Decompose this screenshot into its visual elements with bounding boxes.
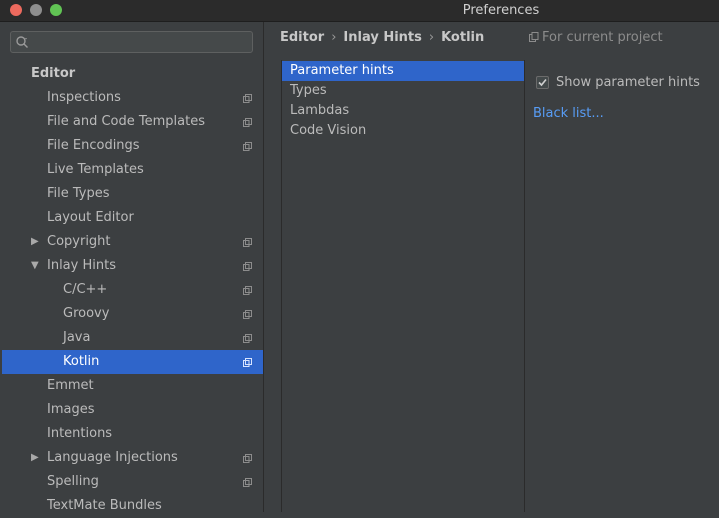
tree-item-inlay-hints[interactable]: ▼ Inlay Hints — [2, 254, 263, 278]
tree-item-groovy[interactable]: Groovy — [2, 302, 263, 326]
scope-indicator: For current project — [529, 30, 663, 45]
tree-item-kotlin[interactable]: Kotlin — [2, 350, 263, 374]
search-icon — [16, 36, 28, 48]
tree-header-label: Editor — [31, 66, 76, 81]
scope-label: For current project — [542, 30, 663, 45]
tree-item-emmet[interactable]: Emmet — [2, 374, 263, 398]
tree-item-language-injections[interactable]: ▶ Language Injections — [2, 446, 263, 470]
tree-item-file-types[interactable]: File Types — [2, 182, 263, 206]
breadcrumb-editor: Editor — [280, 30, 325, 45]
tree-item-label: C/C++ — [63, 282, 108, 297]
tree-item-label: Groovy — [63, 306, 110, 321]
check-icon — [538, 78, 547, 87]
breadcrumb-inlay-hints: Inlay Hints — [343, 30, 422, 45]
hint-type-types[interactable]: Types — [282, 81, 524, 101]
show-parameter-hints-checkbox[interactable] — [536, 76, 549, 89]
copy-icon — [243, 118, 252, 127]
copy-icon — [243, 262, 252, 271]
tree-item-label: File Types — [47, 186, 110, 201]
tree-item-label: TextMate Bundles — [47, 498, 162, 513]
tree-item-label: Live Templates — [47, 162, 144, 177]
breadcrumb-separator: › — [331, 30, 337, 45]
tree-item-label: Spelling — [47, 474, 99, 489]
tree-item-live-templates[interactable]: Live Templates — [2, 158, 263, 182]
tree-item-label: Kotlin — [63, 354, 100, 369]
tree-item-label: Language Injections — [47, 450, 178, 465]
tree-item-label: Copyright — [47, 234, 111, 249]
search-input[interactable] — [10, 31, 253, 53]
tree-item-label: File Encodings — [47, 138, 140, 153]
black-list-link[interactable]: Black list... — [533, 106, 604, 121]
tree-item-layout-editor[interactable]: Layout Editor — [2, 206, 263, 230]
hint-type-parameter-hints[interactable]: Parameter hints — [282, 61, 524, 81]
copy-icon — [243, 358, 252, 367]
hint-types-list: Parameter hints Types Lambdas Code Vision — [281, 60, 525, 512]
tree-item-label: Intentions — [47, 426, 113, 441]
copy-icon — [243, 478, 252, 487]
breadcrumb: Editor › Inlay Hints › Kotlin — [280, 30, 484, 46]
arrow-right-icon[interactable]: ▶ — [31, 230, 41, 254]
copy-icon — [529, 32, 539, 42]
copy-icon — [243, 310, 252, 319]
show-parameter-hints-label[interactable]: Show parameter hints — [556, 75, 700, 90]
tree-item-label: Inspections — [47, 90, 121, 105]
breadcrumb-separator: › — [428, 30, 435, 45]
tree-item-java[interactable]: Java — [2, 326, 263, 350]
tree-item-file-and-code-templates[interactable]: File and Code Templates — [2, 110, 263, 134]
tree-item-textmate-bundles[interactable]: TextMate Bundles — [2, 494, 263, 518]
window-title: Preferences — [462, 3, 540, 18]
tree-item-c-c-[interactable]: C/C++ — [2, 278, 263, 302]
tree-item-label: Layout Editor — [47, 210, 134, 225]
tree-item-inspections[interactable]: Inspections — [2, 86, 263, 110]
copy-icon — [243, 286, 252, 295]
settings-sidebar: Editor Inspections File and Code Template… — [0, 22, 264, 513]
title-bar: Preferences — [0, 0, 719, 22]
tree-item-label: Images — [47, 402, 95, 417]
copy-icon — [243, 334, 252, 343]
tree-item-label: Inlay Hints — [47, 258, 116, 273]
copy-icon — [243, 454, 252, 463]
copy-icon — [243, 94, 252, 103]
options-panel: Show parameter hints Black list... — [524, 60, 719, 512]
tree-item-file-encodings[interactable]: File Encodings — [2, 134, 263, 158]
breadcrumb-kotlin: Kotlin — [441, 30, 485, 45]
tree-item-copyright[interactable]: ▶ Copyright — [2, 230, 263, 254]
tree-item-images[interactable]: Images — [2, 398, 263, 422]
hint-type-lambdas[interactable]: Lambdas — [282, 101, 524, 121]
copy-icon — [243, 238, 252, 247]
tree-item-spelling[interactable]: Spelling — [2, 470, 263, 494]
tree-item-label: File and Code Templates — [47, 114, 205, 129]
tree-item-intentions[interactable]: Intentions — [2, 422, 263, 446]
copy-icon — [243, 142, 252, 151]
tree-item-label: Emmet — [47, 378, 94, 393]
arrow-down-icon[interactable]: ▼ — [31, 254, 41, 278]
hint-type-code-vision[interactable]: Code Vision — [282, 121, 524, 141]
tree-header-editor[interactable]: Editor — [2, 62, 263, 86]
arrow-right-icon[interactable]: ▶ — [31, 446, 41, 470]
tree-item-label: Java — [63, 330, 91, 345]
